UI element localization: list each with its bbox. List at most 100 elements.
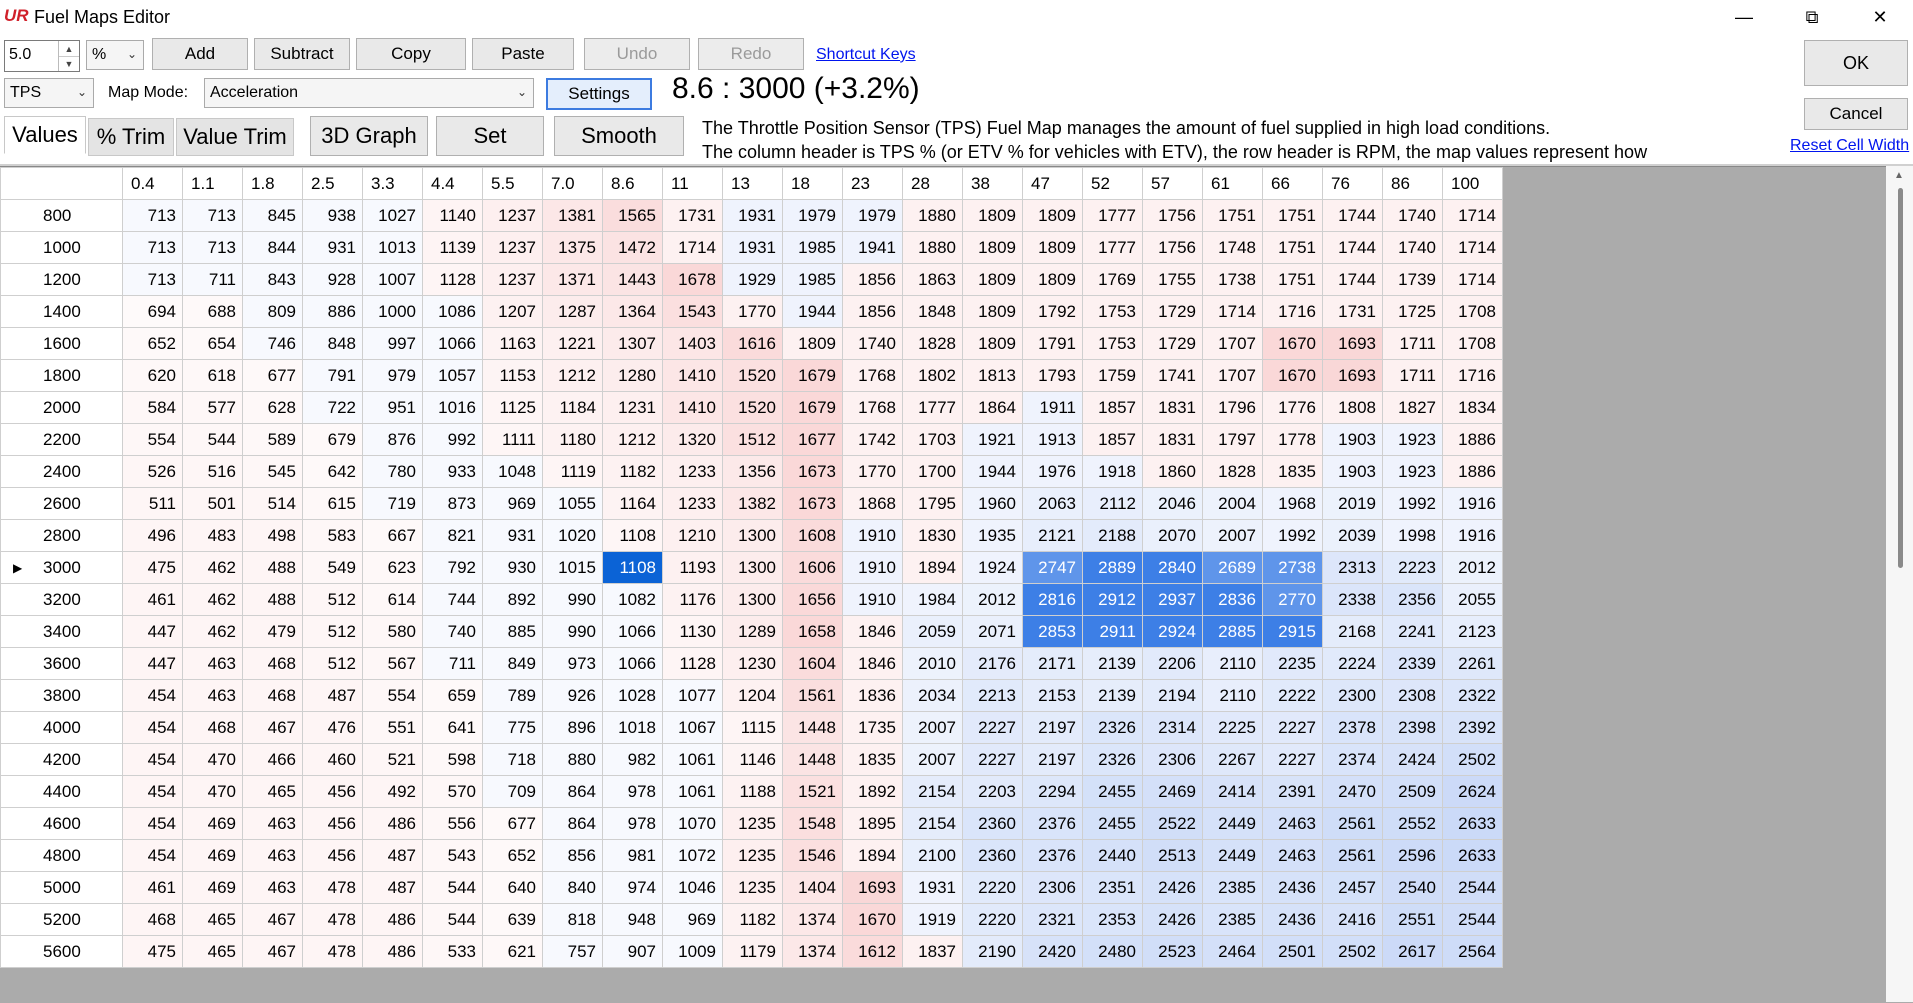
step-value-spinner[interactable]: 5.0 ▲ ▼ [4,40,80,72]
map-cell[interactable]: 1809 [962,231,1023,264]
map-cell[interactable]: 926 [542,679,603,712]
map-cell[interactable]: 465 [182,903,243,936]
map-cell[interactable]: 1140 [422,199,483,232]
row-header[interactable]: 4000 [0,711,123,744]
map-cell[interactable]: 454 [122,711,183,744]
map-cell[interactable]: 677 [242,359,303,392]
map-cell[interactable]: 1834 [1442,391,1503,424]
map-cell[interactable]: 1809 [962,263,1023,296]
map-cell[interactable]: 2544 [1442,903,1503,936]
map-cell[interactable]: 1679 [782,359,843,392]
map-cell[interactable]: 849 [482,647,543,680]
map-cell[interactable]: 840 [542,871,603,904]
map-cell[interactable]: 2551 [1382,903,1443,936]
map-cell[interactable]: 2836 [1202,583,1263,616]
map-cell[interactable]: 589 [242,423,303,456]
map-cell[interactable]: 2596 [1382,839,1443,872]
map-cell[interactable]: 468 [182,711,243,744]
row-header[interactable]: 2800 [0,519,123,552]
map-cell[interactable]: 1791 [1022,327,1083,360]
map-cell[interactable]: 447 [122,615,183,648]
map-cell[interactable]: 2139 [1082,679,1143,712]
map-cell[interactable]: 978 [602,807,663,840]
map-cell[interactable]: 2004 [1202,487,1263,520]
row-header[interactable]: 3200 [0,583,123,616]
map-cell[interactable]: 652 [122,327,183,360]
map-cell[interactable]: 2046 [1142,487,1203,520]
map-cell[interactable]: 1944 [782,295,843,328]
map-cell[interactable]: 2039 [1322,519,1383,552]
map-cell[interactable]: 2915 [1262,615,1323,648]
map-cell[interactable]: 1941 [842,231,903,264]
map-cell[interactable]: 931 [482,519,543,552]
map-cell[interactable]: 974 [602,871,663,904]
map-cell[interactable]: 2154 [902,807,963,840]
map-cell[interactable]: 1210 [662,519,723,552]
map-cell[interactable]: 2019 [1322,487,1383,520]
map-cell[interactable]: 1894 [842,839,903,872]
map-cell[interactable]: 2457 [1322,871,1383,904]
map-cell[interactable]: 1797 [1202,423,1263,456]
map-cell[interactable]: 1115 [722,711,783,744]
map-cell[interactable]: 2154 [902,775,963,808]
map-cell[interactable]: 2561 [1322,807,1383,840]
map-cell[interactable]: 1703 [902,423,963,456]
map-cell[interactable]: 2235 [1262,647,1323,680]
map-cell[interactable]: 1895 [842,807,903,840]
map-cell[interactable]: 551 [362,711,423,744]
map-cell[interactable]: 2392 [1442,711,1503,744]
map-cell[interactable]: 1919 [902,903,963,936]
map-cell[interactable]: 1846 [842,647,903,680]
map-cell[interactable]: 2206 [1142,647,1203,680]
row-header[interactable]: 4800 [0,839,123,872]
map-cell[interactable]: 1924 [962,551,1023,584]
map-cell[interactable]: 1735 [842,711,903,744]
map-cell[interactable]: 677 [482,807,543,840]
map-cell[interactable]: 876 [362,423,423,456]
map-cell[interactable]: 465 [182,935,243,968]
map-cell[interactable]: 2326 [1082,711,1143,744]
map-cell[interactable]: 2012 [962,583,1023,616]
map-cell[interactable]: 1108 [602,551,663,584]
map-cell[interactable]: 886 [302,295,363,328]
map-cell[interactable]: 1792 [1022,295,1083,328]
map-cell[interactable]: 1184 [542,391,603,424]
table-row[interactable]: 1400 694 688 809 886 1000 1086 1207 1287 1364 1543… [0,295,1503,328]
map-cell[interactable]: 1910 [842,519,903,552]
map-cell[interactable]: 1658 [782,615,843,648]
map-cell[interactable]: 845 [242,199,303,232]
map-cell[interactable]: 1759 [1082,359,1143,392]
map-cell[interactable]: 1777 [1082,231,1143,264]
row-header[interactable]: 2600 [0,487,123,520]
column-header[interactable]: 86 [1382,167,1443,200]
set-button[interactable]: Set [436,116,544,156]
map-cell[interactable]: 1863 [902,263,963,296]
map-cell[interactable]: 2194 [1142,679,1203,712]
map-cell[interactable]: 2436 [1262,903,1323,936]
map-cell[interactable]: 969 [662,903,723,936]
map-cell[interactable]: 2313 [1322,551,1383,584]
map-cell[interactable]: 2480 [1082,935,1143,968]
map-cell[interactable]: 1048 [482,455,543,488]
map-cell[interactable]: 1714 [1442,263,1503,296]
map-cell[interactable]: 1768 [842,391,903,424]
map-cell[interactable]: 718 [482,743,543,776]
map-cell[interactable]: 1448 [782,711,843,744]
map-cell[interactable]: 486 [362,935,423,968]
map-cell[interactable]: 1604 [782,647,843,680]
map-cell[interactable]: 1985 [782,231,843,264]
map-cell[interactable]: 1061 [662,743,723,776]
map-cell[interactable]: 1716 [1442,359,1503,392]
table-row[interactable]: 2000 584 577 628 722 951 1016 1125 1184 1231 1410 1… [0,391,1503,424]
map-cell[interactable]: 1212 [542,359,603,392]
column-header[interactable]: 1.8 [242,167,303,200]
map-cell[interactable]: 1979 [842,199,903,232]
map-cell[interactable]: 2112 [1082,487,1143,520]
map-cell[interactable]: 973 [542,647,603,680]
map-cell[interactable]: 1837 [902,935,963,968]
column-header[interactable]: 7.0 [542,167,603,200]
map-cell[interactable]: 1777 [902,391,963,424]
map-cell[interactable]: 2374 [1322,743,1383,776]
map-cell[interactable]: 463 [182,679,243,712]
table-row[interactable]: 4000 454 468 467 476 551 641 775 896 1018 1067 1115… [0,711,1503,744]
